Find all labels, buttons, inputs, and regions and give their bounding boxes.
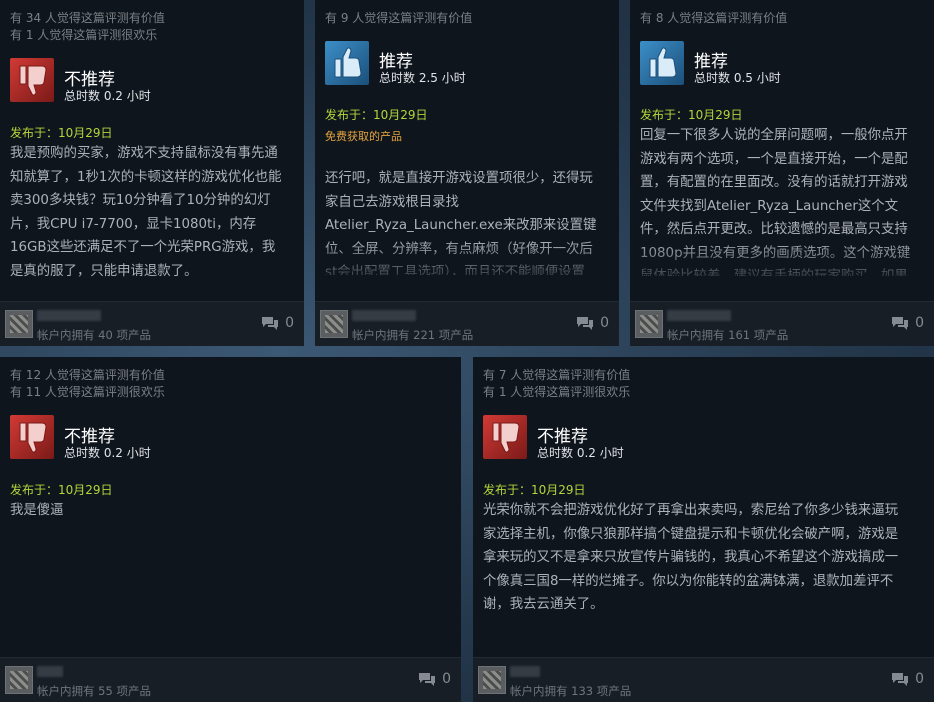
review-text[interactable]: 我是预购的买家，游戏不支持鼠标没有事先通 知就算了，1秒1次的卡顿这样的游戏优化… [10, 142, 300, 302]
thumbs-up-icon[interactable] [325, 41, 369, 85]
avatar[interactable] [5, 310, 33, 338]
review-card: 有 9 人觉得这篇评测有价值 推荐 总时数 2.5 小时 发布于：10月29日 … [315, 0, 619, 346]
playtime-hours: 总时数 0.2 小时 [64, 446, 151, 460]
review-helpful-info: 有 34 人觉得这篇评测有价值 有 1 人觉得这篇评测很欢乐 [10, 10, 165, 44]
review-text[interactable]: 回复一下很多人说的全屏问题啊，一般你点开 游戏有两个选项，一个是直接开始，一个是… [640, 124, 930, 276]
comment-bubble-icon [419, 672, 436, 686]
products-owned: 帐户内拥有 55 项产品 [37, 684, 151, 698]
review-footer: 帐户内拥有 161 项产品 0 [630, 301, 934, 346]
thumbs-down-icon[interactable] [10, 415, 54, 459]
product-type-label: 免费获取的产品 [325, 130, 402, 143]
thumbs-down-icon[interactable] [10, 58, 54, 102]
review-card: 有 7 人觉得这篇评测有价值 有 1 人觉得这篇评测很欢乐 不推荐 总时数 0.… [473, 357, 934, 702]
comment-button[interactable]: 0 [261, 315, 294, 331]
helpful-count: 有 9 人觉得这篇评测有价值 [325, 11, 473, 25]
helpful-count: 有 34 人觉得这篇评测有价值 [10, 11, 165, 25]
review-footer: 帐户内拥有 40 项产品 0 [0, 301, 304, 346]
username-blurred[interactable] [37, 310, 101, 321]
funny-count: 有 1 人觉得这篇评测很欢乐 [483, 385, 631, 399]
helpful-count: 有 12 人觉得这篇评测有价值 [10, 368, 165, 382]
comment-bubble-icon [892, 316, 909, 330]
products-owned: 帐户内拥有 161 项产品 [667, 328, 789, 342]
products-owned: 帐户内拥有 40 项产品 [37, 328, 151, 342]
products-owned: 帐户内拥有 221 项产品 [352, 328, 474, 342]
review-text[interactable]: 光荣你就不会把游戏优化好了再拿出来卖吗，索尼给了你多少钱来逼玩 家选择主机，你像… [483, 499, 931, 639]
products-owned: 帐户内拥有 133 项产品 [510, 684, 632, 698]
review-card: 有 12 人觉得这篇评测有价值 有 11 人觉得这篇评测很欢乐 不推荐 总时数 … [0, 357, 461, 702]
review-card: 有 34 人觉得这篇评测有价值 有 1 人觉得这篇评测很欢乐 不推荐 总时数 0… [0, 0, 304, 346]
comment-button[interactable]: 0 [576, 315, 609, 331]
comment-bubble-icon [892, 672, 909, 686]
review-footer: 帐户内拥有 221 项产品 0 [315, 301, 619, 346]
review-helpful-info: 有 7 人觉得这篇评测有价值 有 1 人觉得这篇评测很欢乐 [483, 367, 630, 401]
posted-date: 发布于：10月29日 [325, 108, 428, 122]
comment-button[interactable]: 0 [891, 671, 924, 687]
username-blurred[interactable] [510, 666, 540, 677]
playtime-hours: 总时数 0.2 小时 [537, 446, 624, 460]
funny-count: 有 1 人觉得这篇评测很欢乐 [10, 28, 158, 42]
username-blurred[interactable] [667, 310, 731, 321]
comment-count: 0 [915, 315, 924, 331]
username-blurred[interactable] [37, 666, 63, 677]
review-helpful-info: 有 9 人觉得这篇评测有价值 [325, 10, 472, 27]
comment-button[interactable]: 0 [418, 671, 451, 687]
review-footer: 帐户内拥有 55 项产品 0 [0, 657, 461, 702]
comment-count: 0 [285, 315, 294, 331]
review-helpful-info: 有 12 人觉得这篇评测有价值 有 11 人觉得这篇评测很欢乐 [10, 367, 165, 401]
posted-date: 发布于：10月29日 [10, 126, 113, 140]
comment-bubble-icon [577, 316, 594, 330]
playtime-hours: 总时数 0.2 小时 [64, 89, 151, 103]
playtime-hours: 总时数 2.5 小时 [379, 71, 466, 85]
avatar[interactable] [320, 310, 348, 338]
posted-date: 发布于：10月29日 [483, 483, 586, 497]
review-text[interactable]: 还行吧，就是直接开游戏设置项很少，还得玩 家自己去游戏根目录找 Atelier_… [325, 167, 615, 275]
username-blurred[interactable] [352, 310, 416, 321]
thumbs-up-icon[interactable] [640, 41, 684, 85]
thumbs-down-icon[interactable] [483, 415, 527, 459]
funny-count: 有 11 人觉得这篇评测很欢乐 [10, 385, 165, 399]
review-text[interactable]: 我是傻逼 [10, 499, 450, 539]
avatar[interactable] [5, 666, 33, 694]
avatar[interactable] [635, 310, 663, 338]
comment-count: 0 [915, 671, 924, 687]
review-card: 有 8 人觉得这篇评测有价值 推荐 总时数 0.5 小时 发布于：10月29日 … [630, 0, 934, 346]
comment-bubble-icon [262, 316, 279, 330]
posted-date: 发布于：10月29日 [10, 483, 113, 497]
comment-count: 0 [442, 671, 451, 687]
avatar[interactable] [478, 666, 506, 694]
comment-count: 0 [600, 315, 609, 331]
helpful-count: 有 8 人觉得这篇评测有价值 [640, 11, 788, 25]
playtime-hours: 总时数 0.5 小时 [694, 71, 781, 85]
comment-button[interactable]: 0 [891, 315, 924, 331]
posted-date: 发布于：10月29日 [640, 108, 743, 122]
review-footer: 帐户内拥有 133 项产品 0 [473, 657, 934, 702]
review-helpful-info: 有 8 人觉得这篇评测有价值 [640, 10, 787, 27]
helpful-count: 有 7 人觉得这篇评测有价值 [483, 368, 631, 382]
